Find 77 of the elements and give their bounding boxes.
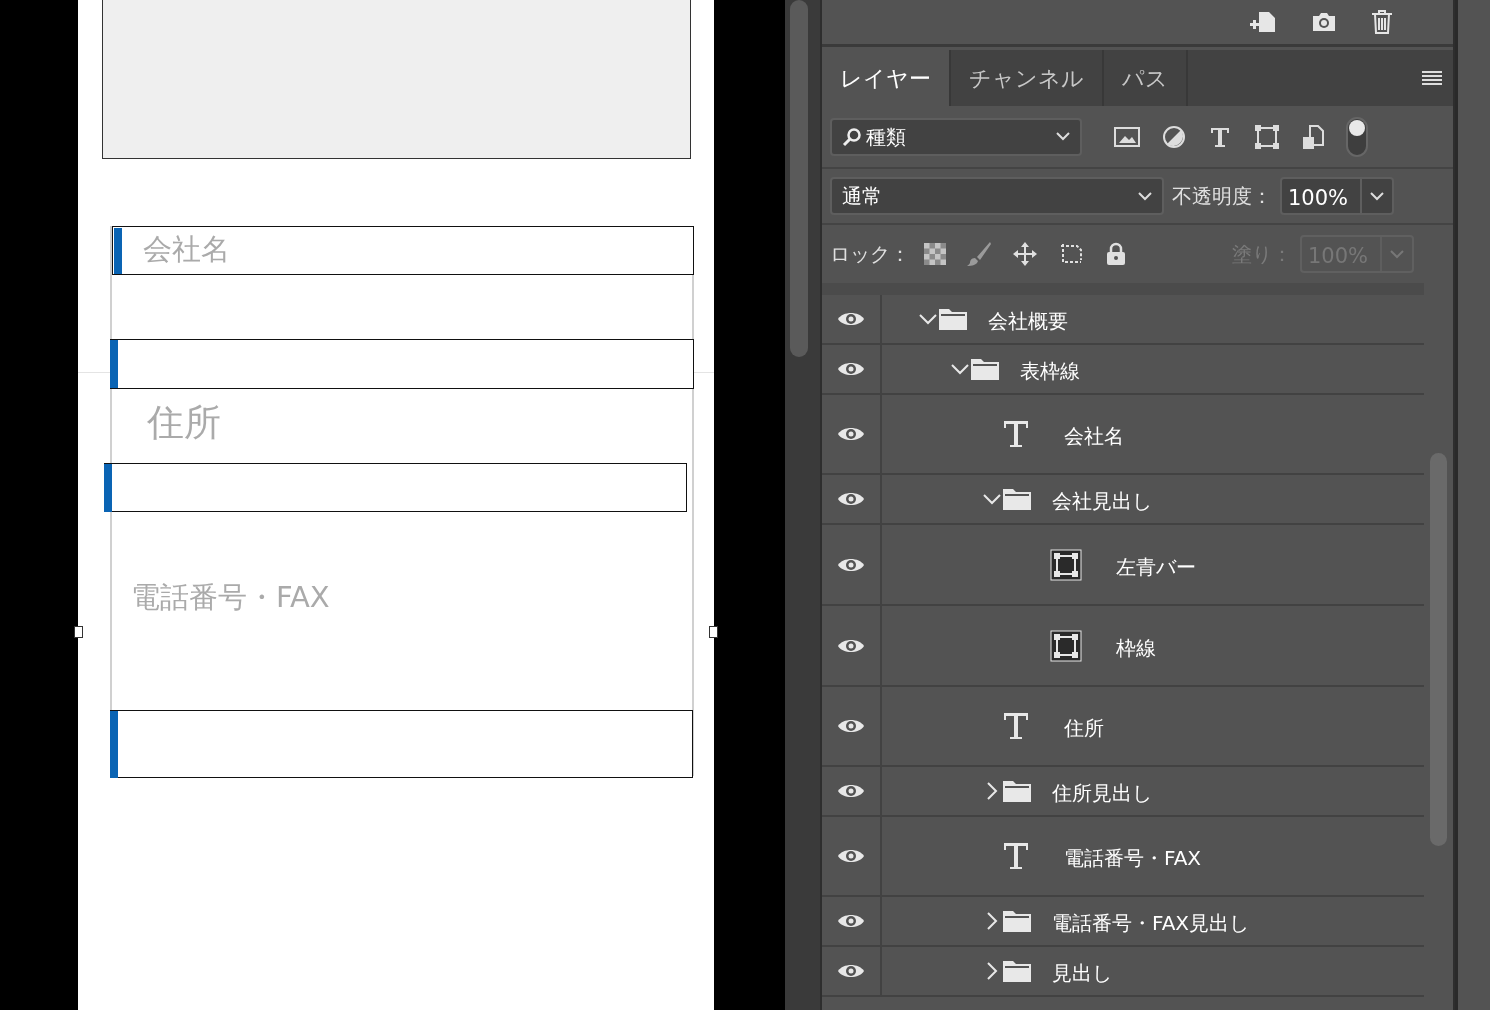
lock-icon[interactable] xyxy=(1106,242,1126,266)
brush-icon[interactable] xyxy=(966,241,992,267)
panel-tab[interactable]: パス xyxy=(1104,50,1188,106)
layer-name: 住所 xyxy=(1064,715,1104,742)
layer-row[interactable]: 会社概要 xyxy=(822,295,1424,345)
chevron-icon[interactable] xyxy=(950,363,970,375)
eye-icon[interactable] xyxy=(837,310,865,328)
eye-icon[interactable] xyxy=(837,360,865,378)
eye-icon[interactable] xyxy=(837,425,865,443)
shape-icon xyxy=(1050,629,1082,662)
eye-icon[interactable] xyxy=(837,962,865,980)
layer-name: 会社見出し xyxy=(1052,488,1152,515)
layer-row[interactable]: 左青バー xyxy=(822,525,1424,606)
folder-icon xyxy=(1002,487,1032,511)
layer-name: 電話番号・FAX xyxy=(1064,845,1202,872)
canvas-label: 電話番号・FAX xyxy=(131,583,330,612)
panel-tab[interactable]: レイヤー xyxy=(822,50,951,106)
layer-row[interactable]: 会社名 xyxy=(822,395,1424,475)
opacity-label: 不透明度： xyxy=(1172,183,1272,210)
layer-name: 電話番号・FAX見出し xyxy=(1052,910,1250,937)
camera-icon[interactable] xyxy=(1311,11,1337,33)
search-icon xyxy=(842,126,862,147)
eye-icon[interactable] xyxy=(837,490,865,508)
type-icon xyxy=(1002,419,1030,449)
layer-row[interactable]: 会社見出し xyxy=(822,475,1424,525)
trash-icon[interactable] xyxy=(1371,9,1393,35)
lock-label: ロック： xyxy=(830,241,910,268)
smart-object-icon[interactable] xyxy=(1302,123,1324,150)
layer-row[interactable]: 見出し xyxy=(822,947,1424,997)
image-icon[interactable] xyxy=(1114,126,1140,147)
layer-row[interactable]: 枠線 xyxy=(822,606,1424,687)
menu-icon[interactable] xyxy=(1421,70,1443,86)
eye-icon[interactable] xyxy=(837,847,865,865)
panel-tab[interactable]: チャンネル xyxy=(951,50,1104,106)
shape-icon[interactable] xyxy=(1254,123,1280,150)
layer-row[interactable]: 表枠線 xyxy=(822,345,1424,395)
layer-name: 見出し xyxy=(1052,960,1112,987)
filter-dropdown[interactable]: 種類 xyxy=(830,117,1082,156)
new-layer-icon[interactable] xyxy=(1249,10,1277,34)
layer-row[interactable]: 電話番号・FAX見出し xyxy=(822,897,1424,947)
scrollbar-thumb[interactable] xyxy=(790,0,808,357)
type-icon xyxy=(1002,841,1030,871)
layer-name: 会社名 xyxy=(1064,423,1124,450)
eye-icon[interactable] xyxy=(837,912,865,930)
eye-icon[interactable] xyxy=(837,782,865,800)
accent-bar xyxy=(110,340,118,388)
canvas-label: 会社名 xyxy=(143,235,230,264)
layer-row[interactable]: 住所見出し xyxy=(822,767,1424,817)
layer-row[interactable]: 電話番号・FAX xyxy=(822,817,1424,897)
checkerboard-icon[interactable] xyxy=(924,243,946,265)
layer-row[interactable]: 住所 xyxy=(822,687,1424,767)
type-icon xyxy=(1002,711,1030,741)
folder-icon xyxy=(938,307,968,331)
layer-name: 表枠線 xyxy=(1020,358,1080,385)
accent-bar xyxy=(104,464,112,512)
resize-handle[interactable] xyxy=(74,626,83,638)
half-circle-icon[interactable] xyxy=(1162,124,1186,149)
move-icon[interactable] xyxy=(1012,241,1038,267)
folder-icon xyxy=(1002,909,1032,933)
canvas-label: 住所 xyxy=(147,404,221,441)
chevron-icon[interactable] xyxy=(982,493,1002,505)
chevron-icon[interactable] xyxy=(918,313,938,325)
eye-icon[interactable] xyxy=(837,717,865,735)
resize-handle[interactable] xyxy=(709,626,718,638)
folder-icon xyxy=(1002,959,1032,983)
filter-toggle[interactable] xyxy=(1346,116,1368,157)
layer-name: 枠線 xyxy=(1116,634,1156,662)
blend-mode-dropdown[interactable]: 通常 xyxy=(830,177,1164,215)
opacity-field[interactable]: 100% xyxy=(1280,177,1394,215)
layer-name: 会社概要 xyxy=(988,308,1068,335)
shape-icon xyxy=(1050,548,1082,581)
accent-bar xyxy=(110,711,118,778)
accent-bar xyxy=(114,228,122,274)
layer-name: 住所見出し xyxy=(1052,780,1152,807)
folder-icon xyxy=(1002,779,1032,803)
layer-name: 左青バー xyxy=(1116,553,1196,581)
folder-icon xyxy=(970,357,1000,381)
